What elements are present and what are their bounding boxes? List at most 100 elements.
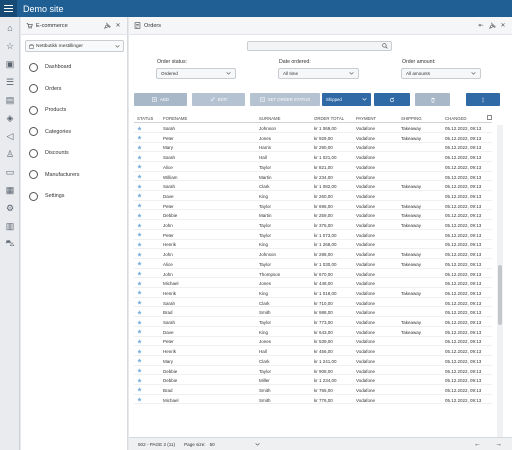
nav-item-categories[interactable]: Categories — [29, 125, 71, 139]
star-icon[interactable] — [137, 310, 142, 315]
delete-button[interactable] — [415, 93, 450, 106]
table-row[interactable]: Alice Taylor kr 821,00 Vodafone 05.12.2022, … — [134, 163, 492, 172]
date-ordered-select[interactable]: All time — [278, 68, 359, 79]
close-icon[interactable]: ✕ — [114, 22, 122, 30]
table-row[interactable]: Sarah Hall kr 1 021,00 Vodafone 05.12.2022, … — [134, 153, 492, 162]
prev-page-icon[interactable]: ← — [474, 441, 481, 448]
megaphone-icon[interactable]: ◁ — [4, 130, 16, 142]
star-icon[interactable] — [137, 329, 142, 334]
table-row[interactable]: Henrik King kr 1 018,00 Vodafone Takeaway 05.… — [134, 289, 492, 298]
nav-item-discounts[interactable]: Discounts — [29, 146, 69, 160]
table-row[interactable]: Debbie Miller kr 1 234,00 Vodafone 05.12.202… — [134, 376, 492, 386]
table-row[interactable]: Mary Harris kr 290,00 Vodafone 05.12.2022, 0… — [134, 143, 492, 153]
search-icon[interactable] — [382, 43, 388, 49]
table-row[interactable]: Michael Jones kr 448,00 Vodafone 05.12.2022,… — [134, 279, 492, 289]
table-row[interactable]: Mary Clark kr 1 241,00 Vodafone 05.12.2022, … — [134, 357, 492, 366]
table-row[interactable]: Michael Smith kr 776,00 Vodafone 05.12.2022,… — [134, 396, 492, 405]
table-row[interactable]: Henrik Hall kr 456,00 Vodafone 05.12.2022, 0… — [134, 347, 492, 356]
menu-icon[interactable] — [0, 0, 17, 17]
add-button[interactable]: ADD — [134, 93, 187, 106]
star-icon[interactable] — [137, 339, 142, 344]
table-row[interactable]: Dave King kr 643,00 Vodafone Takeaway 05.12.2… — [134, 328, 492, 337]
star-icon[interactable] — [137, 145, 142, 150]
nav-item-manufacturers[interactable]: Manufacturers — [29, 168, 79, 182]
scrollbar-thumb[interactable] — [498, 265, 502, 325]
table-row[interactable]: Sarah Clark kr 710,00 Vodafone 05.12.2022, 0… — [134, 299, 492, 308]
list-icon[interactable]: ☰ — [4, 76, 16, 88]
table-row[interactable]: Alice Taylor kr 1 030,00 Vodafone Takeaway 05… — [134, 260, 492, 269]
table-row[interactable]: Sarah Johnson kr 1 069,00 Vodafone Takeaway 0… — [134, 124, 492, 133]
col-status[interactable]: STATUS — [137, 116, 153, 121]
table-row[interactable]: John Thompson kr 670,00 Vodafone 05.12.2022,… — [134, 270, 492, 279]
pin-icon[interactable] — [103, 22, 111, 30]
stamp-icon[interactable]: ♙ — [4, 148, 16, 160]
table-row[interactable]: Peter Jones kr 929,00 Vodafone Takeaway 05.12… — [134, 134, 492, 143]
star-icon[interactable] — [137, 213, 142, 218]
table-row[interactable]: John Taylor kr 376,00 Vodafone Takeaway 05.12… — [134, 221, 492, 230]
next-page-icon[interactable]: → — [495, 441, 502, 448]
star-icon[interactable] — [137, 271, 142, 276]
table-row[interactable]: Dave King kr 260,00 Vodafone 05.12.2022, 09:… — [134, 192, 492, 201]
star-icon[interactable] — [137, 358, 142, 363]
table-row[interactable]: Peter Taylor kr 695,00 Vodafone Takeaway 05.1… — [134, 202, 492, 211]
star-icon[interactable] — [137, 164, 142, 169]
star-icon[interactable] — [137, 203, 142, 208]
star-icon[interactable] — [137, 232, 142, 237]
nav-item-dashboard[interactable]: Dashboard — [29, 60, 71, 74]
edit-button[interactable]: EDIT — [192, 93, 245, 106]
table-row[interactable]: Sarah Taylor kr 773,00 Vodafone Takeaway 05.1… — [134, 318, 492, 327]
col-shipping[interactable]: SHIPPING — [401, 116, 422, 121]
store-select[interactable]: Nettbutikk mestillinger — [25, 40, 124, 52]
star-icon[interactable] — [137, 348, 142, 354]
col-forename[interactable]: FORENAME — [163, 116, 187, 121]
trash-icon[interactable]: ▥ — [4, 220, 16, 232]
table-row[interactable]: William Martin kr 234,00 Vodafone 05.12.2022… — [134, 173, 492, 182]
close-icon[interactable]: ✕ — [499, 22, 507, 30]
star-icon[interactable] — [137, 184, 142, 189]
star-icon[interactable] — [137, 174, 142, 179]
col-order-total[interactable]: ORDER TOTAL — [314, 116, 344, 121]
home-icon[interactable]: ⌂ — [4, 22, 16, 34]
table-row[interactable]: Peter Jones kr 539,00 Vodafone 05.12.2022, 0… — [134, 337, 492, 347]
tag-icon[interactable]: ◈ — [4, 112, 16, 124]
col-changed[interactable]: CHANGED — [445, 116, 467, 121]
star-icon[interactable] — [137, 368, 142, 373]
status-select[interactable]: Shipped — [322, 93, 371, 106]
star-icon[interactable] — [137, 251, 142, 257]
search-input[interactable] — [247, 41, 392, 51]
order-status-select[interactable]: Ordered — [156, 68, 236, 79]
select-all-checkbox[interactable] — [487, 115, 492, 120]
set-order-status-button[interactable]: SET ORDER STATUS — [250, 93, 320, 106]
settings-icon[interactable]: ⚙ — [4, 202, 16, 214]
star-icon[interactable] — [137, 397, 142, 402]
star-icon[interactable] — [137, 135, 142, 140]
image-icon[interactable]: ▣ — [4, 58, 16, 70]
table-row[interactable]: Peter Taylor kr 1 073,00 Vodafone 05.12.2022… — [134, 231, 492, 240]
star-icon[interactable] — [137, 378, 142, 383]
table-row[interactable]: Brad Smith kr 765,00 Vodafone 05.12.2022, 09… — [134, 386, 492, 395]
box-icon[interactable]: ▦ — [4, 184, 16, 196]
grid-scrollbar[interactable] — [497, 125, 503, 440]
table-row[interactable]: Brad Smith kr 988,00 Vodafone 05.12.2022, 09… — [134, 308, 492, 318]
star-icon[interactable] — [137, 319, 142, 325]
document-icon[interactable]: ▤ — [4, 94, 16, 106]
nav-item-settings[interactable]: Settings — [29, 189, 64, 203]
order-amount-select[interactable]: All amounts — [401, 68, 481, 79]
star-icon[interactable] — [137, 387, 142, 392]
col-payment[interactable]: PAYMENT — [356, 116, 376, 121]
star-icon[interactable] — [137, 193, 142, 198]
table-row[interactable]: Sarah Clark kr 1 082,00 Vodafone Takeaway 05.… — [134, 182, 492, 192]
star-icon[interactable] — [137, 281, 142, 286]
star-icon[interactable] — [137, 290, 142, 295]
star-icon[interactable] — [137, 154, 142, 160]
cart-icon[interactable]: ⛍ — [4, 238, 16, 250]
money-icon[interactable]: ▭ — [4, 166, 16, 178]
star-icon[interactable] — [137, 300, 142, 305]
star-icon[interactable] — [137, 125, 142, 131]
refresh-button[interactable] — [374, 93, 410, 106]
table-row[interactable]: Henrik King kr 1 268,00 Vodafone 05.12.2022,… — [134, 240, 492, 250]
collapse-icon[interactable]: ⇤ — [477, 22, 485, 30]
table-row[interactable]: Debbie Taylor kr 908,00 Vodafone 05.12.2022,… — [134, 367, 492, 376]
table-row[interactable]: Debbie Martin kr 259,00 Vodafone Takeaway 05.… — [134, 211, 492, 221]
col-surname[interactable]: SURNAME — [259, 116, 281, 121]
